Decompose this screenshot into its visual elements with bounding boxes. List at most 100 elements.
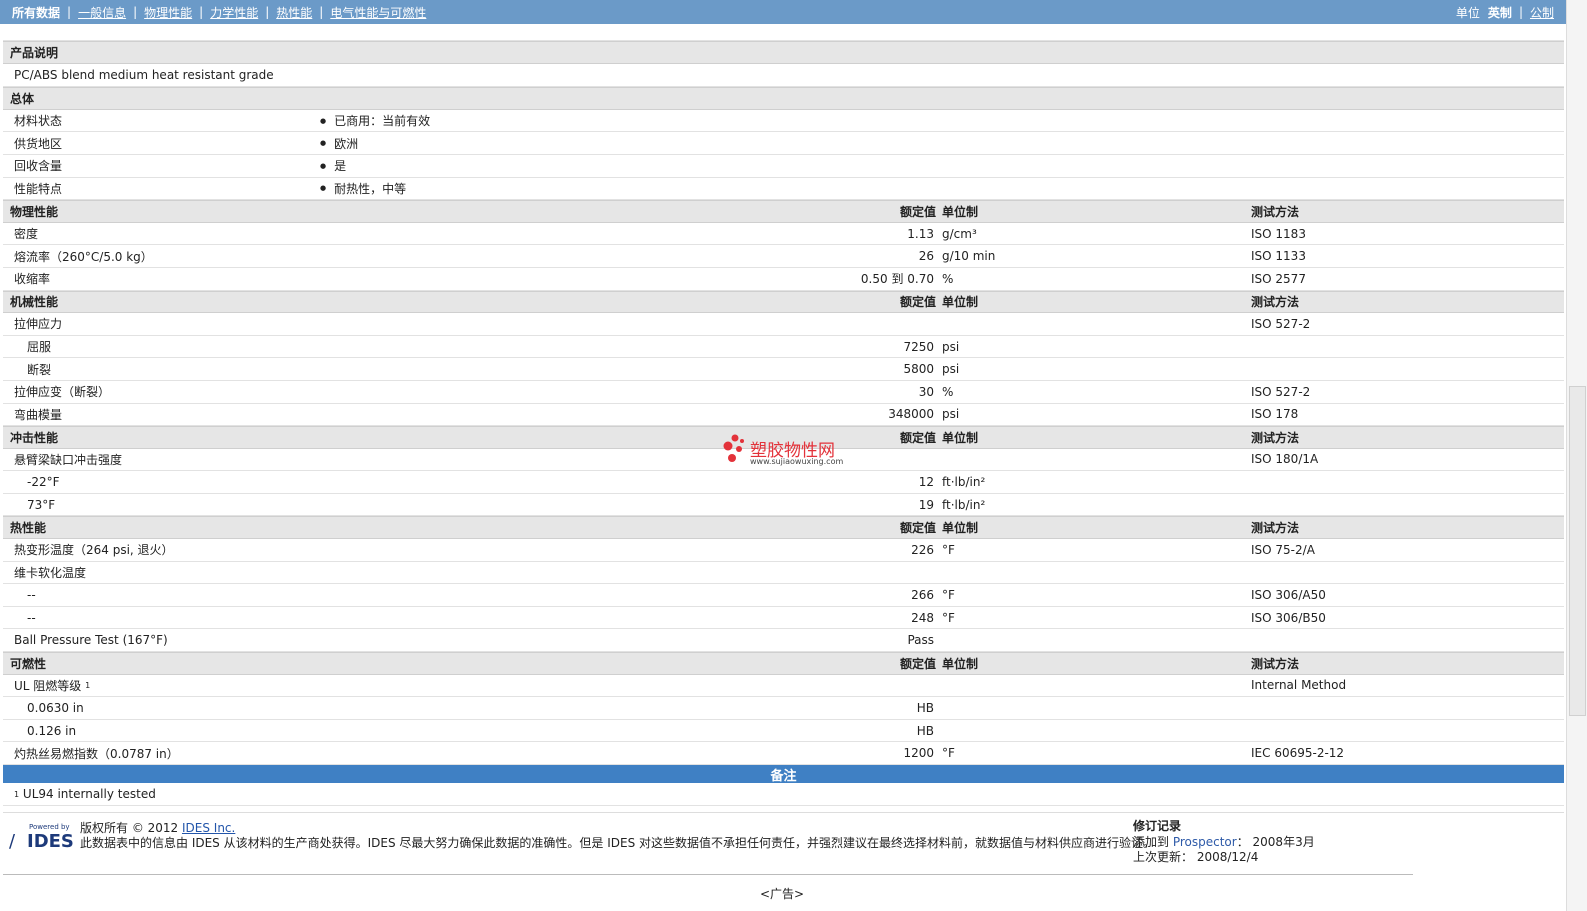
nav-electrical-flammability[interactable]: 电气性能与可燃性 [330,4,426,21]
property-unit: g/cm³ [942,226,977,241]
property-name-text: 拉伸应变（断裂） [14,385,111,400]
nav-separator: | [319,5,324,19]
property-value: HB [916,701,934,716]
flammability-row: 0.126 in HB [3,720,1564,743]
nav-links: 所有数据 | 一般信息 | 物理性能 | 力学性能 | 热性能 | 电气性能与可燃性 [12,4,426,21]
updated-label: 上次更新： [1133,850,1197,864]
property-name-text: 维卡软化温度 [14,565,87,580]
section-product: 产品说明 [3,41,1564,64]
general-row: 性能特点 耐热性，中等 [3,178,1564,201]
thermal-row: -- 248 °F ISO 306/B50 [3,607,1564,630]
test-method: ISO 1133 [1251,249,1306,264]
header-value: 额定值 [899,430,936,445]
general-row: 回收含量 是 [3,155,1564,178]
property-name-text: 悬臂梁缺口冲击强度 [14,452,123,467]
header-unit: 单位制 [942,204,979,219]
property-name: -- [27,607,36,629]
nav-thermal[interactable]: 热性能 [276,4,312,21]
property-name: 维卡软化温度 [14,562,86,584]
copyright-line: 版权所有 © 2012 IDES Inc. [80,821,1155,836]
section-title: 总体 [10,91,35,106]
added-label: 添加到 [1133,834,1173,849]
header-unit: 单位制 [942,430,979,445]
watermark-url: www.sujiaowuxing.com [750,457,844,466]
property-value: 12 [918,475,934,490]
property-name-text: 收缩率 [14,272,51,287]
property-value: Pass [907,633,934,648]
property-name: 收缩率 [14,268,50,290]
history-added: 添加到 Prospector： 2008年3月 [1133,835,1315,851]
property-value: 226 [911,542,934,557]
property-name: Ball Pressure Test (167°F) [14,629,168,651]
nav-general-info[interactable]: 一般信息 [78,4,126,21]
property-name-text: 0.0630 in [27,701,84,716]
property-value: 已商用：当前有效 [320,110,430,132]
header-method: 测试方法 [1251,656,1300,671]
nav-physical[interactable]: 物理性能 [144,4,192,21]
property-value: 19 [918,497,934,512]
property-value: 耐热性，中等 [320,178,406,200]
property-name: 拉伸应变（断裂） [14,381,110,403]
property-name: 供货地区 [14,136,63,151]
property-unit: ft·lb/in² [942,475,986,490]
site-watermark: 塑胶物性网 www.sujiaowuxing.com [722,432,852,468]
general-row: 材料状态 已商用：当前有效 [3,110,1564,133]
property-name: 弯曲模量 [14,404,62,426]
top-nav: 所有数据 | 一般信息 | 物理性能 | 力学性能 | 热性能 | 电气性能与可燃性 单位… [0,0,1566,24]
mechanical-row: 拉伸应变（断裂） 30% ISO 527-2 [3,381,1564,404]
property-name: 性能特点 [14,181,63,196]
header-value: 额定值 [899,521,936,536]
property-unit: g/10 min [942,249,996,264]
flammability-row: UL 阻燃等级 1 Internal Method [3,675,1564,698]
added-source: Prospector [1172,834,1237,849]
general-row: 供货地区 欧洲 [3,132,1564,155]
property-name-text: 断裂 [27,362,52,377]
property-unit: psi [942,407,960,422]
property-value: 5800 [903,362,934,377]
logo-powered: Powered by [29,823,70,831]
unit-metric[interactable]: 公制 [1530,4,1554,21]
property-value: 7250 [903,339,934,354]
copyright-prefix: 版权所有 © 2012 [80,821,182,835]
nav-all-data[interactable]: 所有数据 [12,4,60,21]
test-method: ISO 1183 [1251,226,1306,241]
test-method: ISO 2577 [1251,271,1306,286]
nav-separator: | [199,5,204,19]
mechanical-row: 断裂 5800 psi [3,358,1564,381]
nav-separator: | [67,5,72,19]
unit-imperial[interactable]: 英制 [1488,4,1512,21]
property-value: 348000 [888,407,934,422]
section-flammability: 可燃性 额定值 单位制 测试方法 [3,652,1564,675]
section-general: 总体 [3,87,1564,110]
property-name-text: UL 阻燃等级 [14,678,82,693]
header-method: 测试方法 [1251,295,1300,310]
property-value: 0.50 到 0.70 [860,272,934,287]
header-value: 额定值 [899,295,936,310]
nav-mechanical[interactable]: 力学性能 [210,4,258,21]
property-name: 屈服 [27,336,51,358]
property-name: 密度 [14,223,38,245]
footnote-text: UL94 internally tested [22,787,156,801]
header-method: 测试方法 [1251,204,1300,219]
property-name: 灼热丝易燃指数（0.0787 in） [14,742,179,764]
property-name: 0.0630 in [27,697,84,719]
nav-separator: | [1518,5,1523,19]
property-unit: % [942,271,954,286]
unit-switcher: 单位 英制 | 公制 [1456,4,1554,21]
property-name-text: 热变形温度（264 psi, 退火） [14,543,174,558]
mechanical-row: 弯曲模量 348000 psi ISO 178 [3,404,1564,427]
scrollbar-thumb[interactable] [1569,386,1586,716]
ides-link[interactable]: IDES Inc. [182,821,235,835]
thermal-row: Ball Pressure Test (167°F) Pass [3,629,1564,653]
datasheet: 产品说明 PC/ABS blend medium heat resistant … [3,24,1564,806]
section-title: 物理性能 [10,204,59,219]
added-date: 2008年3月 [1252,834,1315,849]
test-method: ISO 75-2/A [1251,542,1315,557]
header-method: 测试方法 [1251,430,1300,445]
property-value: 26 [918,249,934,264]
nav-separator: | [265,5,270,19]
vertical-scrollbar[interactable] [1566,0,1587,911]
section-physical: 物理性能 额定值 单位制 测试方法 [3,200,1564,223]
property-name: 73°F [27,494,55,516]
property-unit: °F [942,610,955,625]
